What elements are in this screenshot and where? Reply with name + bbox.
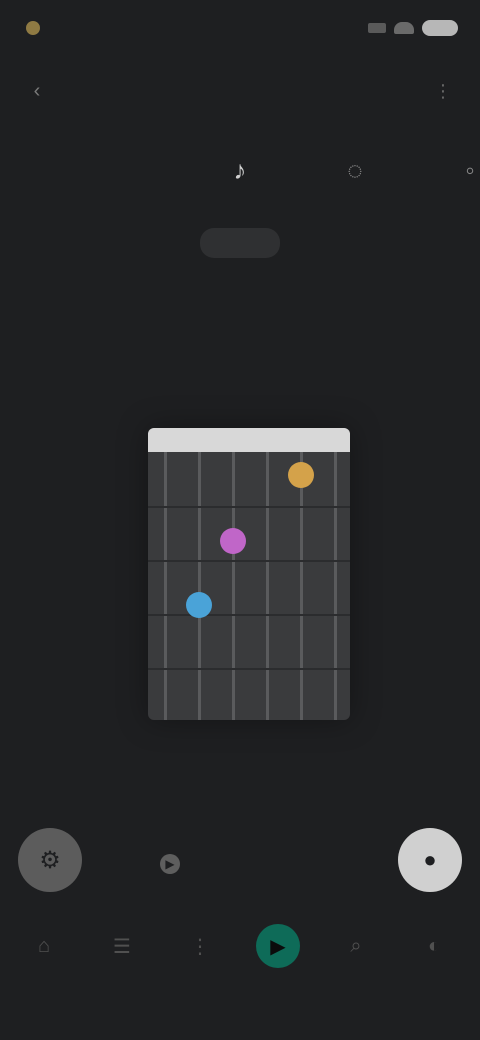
string-6 — [334, 452, 337, 720]
tab-more[interactable]: ◦ — [420, 130, 480, 280]
home-icon: ⌂ — [37, 934, 51, 957]
tab-notes[interactable]: ♪ — [190, 130, 290, 280]
play-nav-icon: ▶ — [256, 924, 300, 968]
more-icon: ◦ — [465, 154, 475, 185]
fret-line-1 — [148, 506, 350, 508]
back-arrow-icon[interactable]: ‹ — [20, 74, 54, 108]
record-button[interactable]: ● — [398, 828, 462, 892]
more-vert-icon[interactable]: ⋮ — [426, 74, 460, 108]
finger-dot-3[interactable] — [186, 592, 212, 618]
fretboard-nut — [148, 428, 350, 452]
note-icon: ♪ — [233, 154, 247, 185]
status-right — [348, 14, 458, 42]
app-screen: ‹ ⋮ ♪ ◌ ◦ ⚙ ▶ ● ⌂ ☰ ⋮ ▶ ⌕ ◐ — [0, 0, 480, 1040]
tab-label-notes — [190, 230, 290, 256]
nav-item-profile[interactable]: ◐ — [394, 918, 474, 998]
nav-label-library — [82, 968, 162, 988]
search-icon: ⌕ — [350, 934, 362, 957]
nav-item-library[interactable]: ☰ — [82, 918, 162, 998]
mode-tabs: ♪ ◌ ◦ — [0, 130, 480, 280]
status-bar — [0, 0, 480, 56]
tab-label-more — [420, 230, 480, 256]
fret-line-2 — [148, 560, 350, 562]
profile-icon: ◐ — [427, 934, 441, 957]
string-1 — [164, 452, 167, 720]
status-dot-icon — [26, 21, 40, 35]
nav-label-home — [4, 968, 84, 988]
chord-fretboard[interactable] — [148, 428, 350, 720]
tab-tuner[interactable]: ◌ — [305, 130, 405, 280]
signal-icon — [368, 23, 386, 33]
string-5 — [300, 452, 303, 720]
nav-item-play[interactable]: ▶ — [238, 918, 318, 998]
status-left — [26, 10, 146, 46]
nav-label-play — [238, 968, 318, 988]
string-4 — [266, 452, 269, 720]
page-title — [150, 76, 330, 104]
nav-label-search — [316, 968, 396, 988]
play-chord-control[interactable]: ▶ — [160, 846, 320, 882]
fret-line-3 — [148, 614, 350, 616]
library-icon: ☰ — [113, 935, 131, 958]
playback-controls: ⚙ ▶ ● — [0, 820, 480, 910]
chords-icon: ⋮ — [190, 935, 210, 958]
battery-icon — [422, 20, 458, 36]
tab-label-tuner — [305, 230, 405, 256]
tuner-icon: ◌ — [347, 154, 363, 185]
header: ‹ ⋮ — [0, 60, 480, 120]
play-icon: ▶ — [160, 854, 180, 874]
nav-item-chords[interactable]: ⋮ — [160, 918, 240, 998]
bottom-nav: ⌂ ☰ ⋮ ▶ ⌕ ◐ — [0, 918, 480, 998]
settings-button[interactable]: ⚙ — [18, 828, 82, 892]
string-2 — [198, 452, 201, 720]
wifi-icon — [394, 22, 414, 34]
nav-label-chords — [160, 968, 240, 988]
fret-line-4 — [148, 668, 350, 670]
string-3 — [232, 452, 235, 720]
nav-item-search[interactable]: ⌕ — [316, 918, 396, 998]
nav-label-profile — [394, 968, 474, 988]
finger-dot-2[interactable] — [220, 528, 246, 554]
nav-item-home[interactable]: ⌂ — [4, 918, 84, 998]
finger-dot-1[interactable] — [288, 462, 314, 488]
